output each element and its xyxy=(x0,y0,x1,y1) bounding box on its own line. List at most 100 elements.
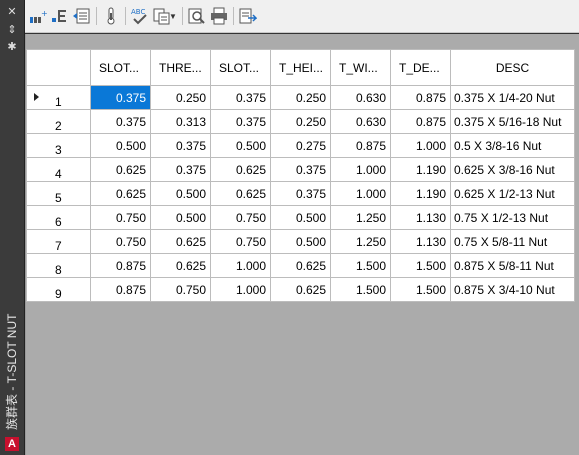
desc-cell[interactable]: 0.625 X 1/2-13 Nut xyxy=(450,181,575,206)
row-header[interactable]: 1 xyxy=(26,85,91,110)
table-cell[interactable]: 1.500 xyxy=(330,277,391,302)
toolbar: + ABC ▼ xyxy=(25,0,579,33)
table-cell[interactable]: 0.875 xyxy=(90,277,151,302)
desc-cell[interactable]: 0.375 X 5/16-18 Nut xyxy=(450,109,575,134)
corner-cell[interactable] xyxy=(26,49,91,86)
table-cell[interactable]: 1.500 xyxy=(390,277,451,302)
table-cell[interactable]: 0.500 xyxy=(270,229,331,254)
table-cell[interactable]: 0.875 xyxy=(90,253,151,278)
table-cell[interactable]: 0.375 xyxy=(210,109,271,134)
table-cell[interactable]: 0.500 xyxy=(210,133,271,158)
table-cell[interactable]: 1.250 xyxy=(330,205,391,230)
table-cell[interactable]: 1.130 xyxy=(390,205,451,230)
column-header[interactable]: DESC xyxy=(450,49,575,86)
table-cell[interactable]: 0.625 xyxy=(90,157,151,182)
export-icon[interactable] xyxy=(237,5,259,27)
table-cell[interactable]: 0.500 xyxy=(150,205,211,230)
table-cell[interactable]: 1.190 xyxy=(390,157,451,182)
table-cell[interactable]: 0.375 xyxy=(150,133,211,158)
table-cell[interactable]: 0.375 xyxy=(270,181,331,206)
row-header[interactable]: 9 xyxy=(26,277,91,302)
desc-cell[interactable]: 0.5 X 3/8-16 Nut xyxy=(450,133,575,158)
table-row: 7 0.750 0.625 0.750 0.500 1.250 1.130 0.75 X 5/… xyxy=(26,229,575,254)
table-cell[interactable]: 1.500 xyxy=(330,253,391,278)
data-table: SLOT... THRE... SLOT... T_HEI... T_WI...… xyxy=(26,49,575,302)
table-cell[interactable]: 0.313 xyxy=(150,109,211,134)
desc-cell[interactable]: 0.875 X 5/8-11 Nut xyxy=(450,253,575,278)
row-header[interactable]: 6 xyxy=(26,205,91,230)
table-cell[interactable]: 0.375 xyxy=(150,157,211,182)
close-icon[interactable]: ✕ xyxy=(5,6,19,18)
chevron-down-icon[interactable]: ▼ xyxy=(169,12,177,21)
table-cell[interactable]: 0.250 xyxy=(270,109,331,134)
thermometer-icon[interactable] xyxy=(100,5,122,27)
table-row: 9 0.875 0.750 1.000 0.625 1.500 1.500 0.875 X 3… xyxy=(26,277,575,302)
table-cell[interactable]: 0.630 xyxy=(330,109,391,134)
table-properties-icon[interactable] xyxy=(71,5,93,27)
insert-column-icon[interactable] xyxy=(49,5,71,27)
table-cell[interactable]: 0.750 xyxy=(210,205,271,230)
column-header[interactable]: T_HEI... xyxy=(270,49,331,86)
table-cell[interactable]: 0.250 xyxy=(150,85,211,110)
column-header[interactable]: THRE... xyxy=(150,49,211,86)
table-cell[interactable]: 0.275 xyxy=(270,133,331,158)
column-header[interactable]: T_DE... xyxy=(390,49,451,86)
table-row: 5 0.625 0.500 0.625 0.375 1.000 1.190 0.625 X 1… xyxy=(26,181,575,206)
column-header[interactable]: SLOT... xyxy=(210,49,271,86)
insert-row-icon[interactable]: + xyxy=(27,5,49,27)
table-cell[interactable]: 1.190 xyxy=(390,181,451,206)
table-cell[interactable]: 0.750 xyxy=(150,277,211,302)
table-cell[interactable]: 1.130 xyxy=(390,229,451,254)
row-header[interactable]: 8 xyxy=(26,253,91,278)
column-header[interactable]: SLOT... xyxy=(90,49,151,86)
row-header[interactable]: 2 xyxy=(26,109,91,134)
row-header[interactable]: 4 xyxy=(26,157,91,182)
gear-icon[interactable]: ✱ xyxy=(5,41,19,53)
table-cell[interactable]: 0.625 xyxy=(210,181,271,206)
table-cell[interactable]: 0.375 xyxy=(270,157,331,182)
table-cell[interactable]: 1.500 xyxy=(390,253,451,278)
table-cell[interactable]: 0.625 xyxy=(270,277,331,302)
find-icon[interactable] xyxy=(186,5,208,27)
table-cell[interactable]: 0.750 xyxy=(90,229,151,254)
table-cell[interactable]: 0.500 xyxy=(270,205,331,230)
table-cell[interactable]: 1.000 xyxy=(390,133,451,158)
row-header[interactable]: 3 xyxy=(26,133,91,158)
table-cell[interactable]: 0.625 xyxy=(150,253,211,278)
table-cell[interactable]: 0.375 xyxy=(210,85,271,110)
table-cell[interactable]: 0.625 xyxy=(210,157,271,182)
row-number: 9 xyxy=(55,286,62,301)
auto-hide-icon[interactable]: ⇕ xyxy=(5,24,19,36)
desc-cell[interactable]: 0.75 X 1/2-13 Nut xyxy=(450,205,575,230)
spell-check-icon[interactable]: ABC xyxy=(129,5,151,27)
table-cell[interactable]: 1.250 xyxy=(330,229,391,254)
table-cell[interactable]: 0.630 xyxy=(330,85,391,110)
table-cell[interactable]: 0.500 xyxy=(90,133,151,158)
table-cell[interactable]: 1.000 xyxy=(330,157,391,182)
table-cell[interactable]: 0.625 xyxy=(150,229,211,254)
desc-cell[interactable]: 0.375 X 1/4-20 Nut xyxy=(450,85,575,110)
table-row: 1 0.375 0.250 0.375 0.250 0.630 0.875 0.375 X 1… xyxy=(26,85,575,110)
table-cell[interactable]: 0.250 xyxy=(270,85,331,110)
table-cell[interactable]: 0.375 xyxy=(90,85,151,110)
row-header[interactable]: 7 xyxy=(26,229,91,254)
table-cell[interactable]: 0.625 xyxy=(270,253,331,278)
column-header[interactable]: T_WI... xyxy=(330,49,391,86)
svg-text:+: + xyxy=(41,9,47,18)
table-cell[interactable]: 0.875 xyxy=(390,85,451,110)
table-cell[interactable]: 0.625 xyxy=(90,181,151,206)
desc-cell[interactable]: 0.75 X 5/8-11 Nut xyxy=(450,229,575,254)
row-header[interactable]: 5 xyxy=(26,181,91,206)
desc-cell[interactable]: 0.625 X 3/8-16 Nut xyxy=(450,157,575,182)
table-cell[interactable]: 0.375 xyxy=(90,109,151,134)
table-cell[interactable]: 0.500 xyxy=(150,181,211,206)
desc-cell[interactable]: 0.875 X 3/4-10 Nut xyxy=(450,277,575,302)
table-cell[interactable]: 0.875 xyxy=(390,109,451,134)
table-cell[interactable]: 1.000 xyxy=(330,181,391,206)
table-cell[interactable]: 1.000 xyxy=(210,253,271,278)
table-cell[interactable]: 0.875 xyxy=(330,133,391,158)
print-icon[interactable] xyxy=(208,5,230,27)
table-cell[interactable]: 1.000 xyxy=(210,277,271,302)
table-cell[interactable]: 0.750 xyxy=(90,205,151,230)
table-cell[interactable]: 0.750 xyxy=(210,229,271,254)
